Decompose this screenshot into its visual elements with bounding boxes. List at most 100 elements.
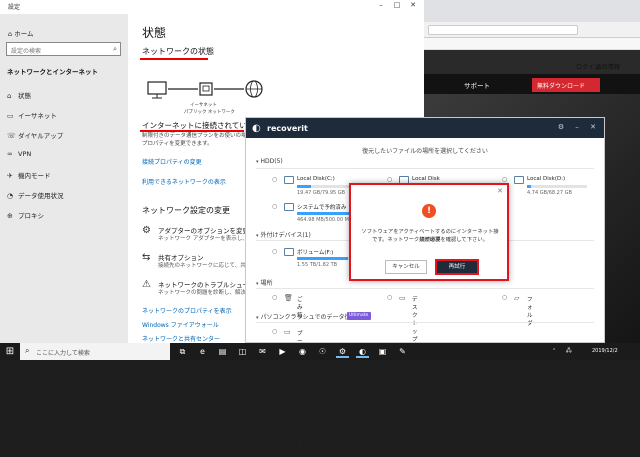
sidebar-item-vpn[interactable]: ∞ VPN — [7, 150, 122, 164]
task-view-icon[interactable]: ⧉ — [176, 345, 189, 358]
support-link[interactable]: サポート — [464, 80, 490, 90]
pc-icon — [147, 81, 167, 99]
ethernet-icon — [199, 82, 213, 96]
firewall-link[interactable]: Windows ファイアウォール — [142, 320, 219, 329]
drive-d[interactable]: ○ Local Disk(D:) 4.74 GB/68.27 GB — [502, 175, 602, 201]
search-icon: ⌕ — [113, 45, 117, 53]
retry-button[interactable]: 再試行 — [435, 259, 479, 275]
available-networks-link[interactable]: 利用できるネットワークの表示 — [142, 177, 226, 186]
usage-bar — [297, 257, 357, 260]
usage-bar — [297, 185, 357, 188]
radio-icon: ○ — [272, 203, 278, 210]
sidebar-home[interactable]: ⌂ ホーム — [8, 28, 34, 38]
address-bar[interactable] — [428, 25, 578, 35]
tray-clock[interactable]: 2019/12/2 — [592, 348, 618, 354]
network-properties-link[interactable]: ネットワークのプロパティを表示 — [142, 306, 232, 315]
external-section[interactable]: ▾ 外付けデバイス(1) — [256, 230, 311, 239]
minimize-icon[interactable]: – — [572, 123, 582, 131]
drive-size: 464.98 MB/500.00 MB — [297, 217, 353, 223]
firefox-icon[interactable]: ☉ — [316, 345, 329, 358]
app-name: recoverit — [267, 124, 308, 133]
advanced-section[interactable]: ▾ パソコンクラッシュでのデータ復元 — [256, 312, 357, 321]
app-icon[interactable]: ▣ — [376, 345, 389, 358]
sidebar-item-proxy[interactable]: ⊕ プロキシ — [7, 210, 122, 224]
drive-size: 1.55 TB/1.82 TB — [297, 262, 338, 268]
file-explorer-icon[interactable]: ▤ — [216, 345, 229, 358]
settings-icon[interactable]: ⚙ — [336, 345, 349, 358]
edge-icon[interactable]: e — [196, 345, 209, 358]
location-prompt: 復元したいファイルの場所を選択してください — [362, 148, 488, 155]
close-icon[interactable]: ✕ — [588, 123, 598, 131]
cancel-button[interactable]: キャンセル — [385, 260, 427, 274]
divider — [256, 288, 594, 289]
company-link[interactable]: 会社情報 — [596, 62, 620, 71]
ethernet-icon: ▭ — [7, 112, 14, 120]
drive-icon — [514, 176, 524, 184]
browser-toolbar — [424, 22, 640, 38]
sharing-center-link[interactable]: ネットワークと共有センター — [142, 334, 220, 343]
radio-icon: ○ — [502, 294, 508, 301]
radio-icon: ○ — [272, 328, 278, 335]
tray-up-arrow-icon[interactable]: ⌃ — [552, 348, 556, 354]
drive-size: 4.74 GB/68.27 GB — [527, 190, 572, 196]
computer-icon: ▭ — [284, 328, 291, 336]
search-icon: ⌕ — [25, 346, 30, 355]
sidebar-item-status[interactable]: ⌂ 状態 — [7, 90, 122, 104]
sidebar-item-label: プロキシ — [18, 212, 44, 220]
sidebar-item-data-usage[interactable]: ◔ データ使用状況 — [7, 190, 122, 204]
recoverit-taskbar-icon[interactable]: ◐ — [356, 345, 369, 358]
taskbar: ⊞ ⌕ ここに入力して検索 ⧉ e ▤ ◫ ✉ ▶ ◉ ☉ ⚙ ◐ ▣ ✎ ⌃ … — [0, 343, 640, 360]
taskbar-search-input[interactable]: ⌕ ここに入力して検索 — [20, 343, 170, 360]
diagram-network-label: パブリック ネットワーク — [184, 110, 235, 115]
sidebar-item-dialup[interactable]: ☏ ダイヤルアップ — [7, 130, 122, 144]
maximize-icon[interactable]: □ — [390, 1, 404, 9]
free-download-button[interactable]: 無料ダウンロード — [532, 78, 600, 92]
settings-sidebar: ⌂ ホーム 設定の検索 ⌕ ネットワークとインターネット ⌂ 状態 ▭ イーサネット … — [0, 14, 128, 343]
sidebar-category: ネットワークとインターネット — [7, 68, 98, 76]
drive-size: 19.47 GB/79.95 GB — [297, 190, 346, 196]
trash-icon: 🗑 — [284, 294, 293, 302]
mail-icon[interactable]: ✉ — [256, 345, 269, 358]
change-properties-link[interactable]: 接続プロパティの変更 — [142, 157, 202, 166]
hdd-section[interactable]: ▾ HDD(5) — [256, 158, 283, 165]
drive-name: Local Disk(D:) — [527, 176, 566, 182]
radio-icon: ○ — [272, 248, 278, 255]
share-icon: ⇆ — [142, 252, 151, 263]
settings-search-input[interactable]: 設定の検索 ⌕ — [6, 42, 121, 56]
store-icon[interactable]: ◫ — [236, 345, 249, 358]
drive-name: Local Disk — [412, 176, 440, 182]
start-windows-icon[interactable]: ⊞ — [0, 343, 20, 360]
sidebar-item-label: 状態 — [18, 92, 31, 100]
chrome-icon[interactable]: ◉ — [296, 345, 309, 358]
app-icon[interactable]: ✎ — [396, 345, 409, 358]
minimize-icon[interactable]: – — [374, 1, 388, 9]
desktop-icon: ▭ — [399, 294, 406, 302]
adapter-icon: ⚙ — [142, 225, 151, 236]
usage-bar-fill — [297, 212, 353, 215]
media-player-icon[interactable]: ▶ — [276, 345, 289, 358]
sidebar-item-label: イーサネット — [18, 112, 57, 120]
chevron-down-icon: ▾ — [256, 159, 259, 165]
sidebar-home-label: ホーム — [14, 30, 34, 38]
network-icon[interactable]: 🖧 — [566, 348, 572, 356]
section-label: 外付けデバイス(1) — [260, 232, 311, 239]
sidebar-item-airplane[interactable]: ✈ 機内モード — [7, 170, 122, 184]
settings-icon[interactable]: ⚙ — [556, 123, 566, 131]
browser-tabstrip — [424, 0, 640, 22]
close-icon[interactable]: ✕ — [406, 1, 420, 9]
sidebar-item-label: データ使用状況 — [18, 192, 64, 200]
connection-error-dialog: ✕ ! ソフトウェアをアクティベートするのにインターネット接続が必要 です。ネッ… — [349, 183, 509, 281]
sidebar-item-ethernet[interactable]: ▭ イーサネット — [7, 110, 122, 124]
usage-bar-fill — [527, 185, 532, 188]
place-name: デスクトップ — [412, 297, 418, 343]
bookmark-bar — [424, 38, 640, 50]
drive-icon — [284, 248, 294, 256]
warning-icon: ! — [422, 204, 436, 218]
drive-name: Local Disk(C:) — [297, 176, 335, 182]
close-icon[interactable]: ✕ — [497, 187, 503, 195]
place-section[interactable]: ▾ 場所 — [256, 278, 273, 287]
network-settings-heading: ネットワーク設定の変更 — [142, 206, 230, 215]
taskbar-search-placeholder: ここに入力して検索 — [36, 350, 90, 357]
chevron-down-icon: ▾ — [256, 315, 259, 321]
settings-title: 設定 — [8, 4, 21, 11]
